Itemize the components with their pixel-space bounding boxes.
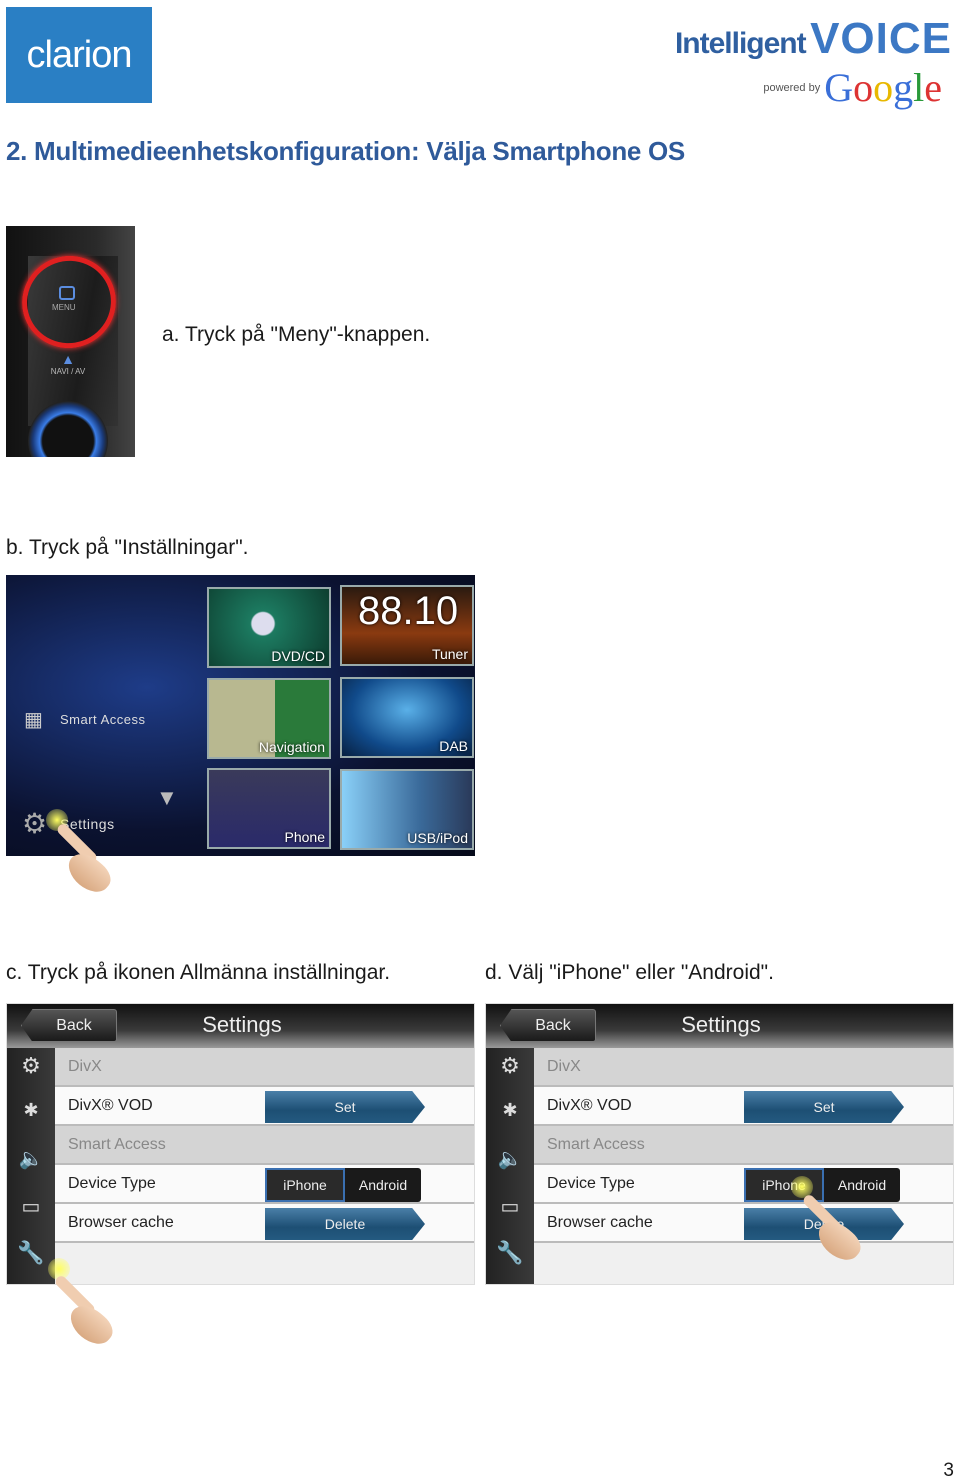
set-button[interactable]: Set	[265, 1091, 425, 1123]
hand-icon	[63, 1298, 119, 1352]
google-logo: Google	[824, 65, 942, 110]
down-arrow-icon[interactable]: ▼	[156, 785, 178, 811]
logo-powered-by: powered by	[763, 81, 821, 94]
intelligent-voice-logo: Intelligent VOICE powered by Google	[628, 14, 956, 110]
settings-screen-d: Back Settings ⚙ ✱ 🔈 ▭ 🔧 DivX DivX® VOD S…	[485, 1003, 954, 1285]
tile-label: Navigation	[258, 739, 325, 755]
logo-voice: VOICE	[810, 14, 952, 63]
clarion-logo: clarion	[6, 7, 152, 103]
section-label: Smart Access	[68, 1135, 166, 1153]
tile-label: DVD/CD	[271, 648, 325, 664]
display-icon[interactable]: ▭	[7, 1194, 55, 1219]
wrench-icon[interactable]: 🔧	[486, 1240, 534, 1266]
row-label: Browser cache	[547, 1213, 653, 1231]
speaker-icon[interactable]: 🔈	[486, 1146, 534, 1171]
device-type-toggle[interactable]: iPhone Android	[265, 1168, 421, 1202]
settings-screen-c: Back Settings ⚙ ✱ 🔈 ▭ 🔧 DivX DivX® VOD S…	[6, 1003, 475, 1285]
settings-sidebar: ⚙ ✱ 🔈 ▭ 🔧	[7, 1048, 55, 1284]
page-title: 2. Multimedieenhetskonfiguration: Välja …	[6, 136, 685, 166]
tile-label: DAB	[439, 738, 468, 754]
option-android[interactable]: Android	[824, 1168, 900, 1202]
settings-title: Settings	[681, 1012, 761, 1037]
tile-tuner[interactable]: 88.10 Tuner	[340, 585, 474, 666]
menu-label: MENU	[52, 303, 76, 312]
section-smart-access: Smart Access	[534, 1126, 953, 1165]
row-label: DivX® VOD	[68, 1096, 153, 1114]
step-d-caption: d. Välj "iPhone" eller "Android".	[485, 961, 774, 984]
tile-label: Phone	[284, 829, 325, 845]
gear-icon[interactable]: ⚙	[486, 1053, 534, 1079]
row-label: Browser cache	[68, 1213, 174, 1231]
row-label: Device Type	[547, 1174, 635, 1192]
page-number: 3	[943, 1460, 954, 1481]
smart-access-item[interactable]: Smart Access	[60, 712, 145, 727]
head-unit-photo: MENU ▲ NAVI / AV	[6, 226, 135, 457]
row-label: Device Type	[68, 1174, 156, 1192]
section-smart-access: Smart Access	[55, 1126, 474, 1165]
section-label: Smart Access	[547, 1135, 645, 1153]
gear-icon[interactable]: ⚙	[7, 1053, 55, 1079]
tile-navigation[interactable]: Navigation	[207, 678, 331, 759]
tuner-frequency: 88.10	[358, 589, 459, 633]
logo-text: clarion	[26, 33, 133, 76]
menu-button-icon	[59, 286, 75, 300]
row-label: DivX® VOD	[547, 1096, 632, 1114]
section-label: DivX	[547, 1057, 581, 1075]
back-button[interactable]: Back	[500, 1009, 596, 1042]
device-type-toggle[interactable]: iPhone Android	[744, 1168, 900, 1202]
delete-button[interactable]: Delete	[265, 1208, 425, 1240]
tile-label: Tuner	[431, 646, 468, 662]
tile-dab[interactable]: DAB	[340, 677, 474, 758]
tile-phone[interactable]: Phone	[207, 768, 331, 849]
step-a-caption: a. Tryck på "Meny"-knappen.	[162, 323, 431, 346]
tile-usb-ipod[interactable]: USB/iPod	[340, 769, 474, 850]
section-label: DivX	[68, 1057, 102, 1075]
back-button[interactable]: Back	[21, 1009, 117, 1042]
logo-intelligent: Intelligent	[674, 27, 807, 60]
step-c-caption: c. Tryck på ikonen Allmänna inställninga…	[6, 961, 391, 984]
gear-icon: ⚙	[22, 808, 48, 839]
navi-arrow-icon: ▲	[61, 351, 75, 367]
option-iphone[interactable]: iPhone	[265, 1168, 345, 1202]
main-menu-screen: ▦ Smart Access ▼ ⚙ Settings DVD/CD 88.10…	[6, 575, 475, 856]
speaker-icon[interactable]: 🔈	[7, 1146, 55, 1171]
navi-text: NAVI / AV	[50, 367, 86, 376]
bluetooth-icon[interactable]: ✱	[7, 1100, 55, 1121]
step-b-caption: b. Tryck på "Inställningar".	[6, 536, 249, 559]
display-icon[interactable]: ▭	[486, 1194, 534, 1219]
bluetooth-icon[interactable]: ✱	[486, 1100, 534, 1121]
wrench-icon[interactable]: 🔧	[7, 1240, 55, 1266]
section-divx: DivX	[55, 1048, 474, 1087]
navi-av-label: ▲ NAVI / AV	[50, 351, 86, 376]
settings-title: Settings	[202, 1012, 282, 1037]
tile-label: USB/iPod	[407, 830, 468, 846]
settings-sidebar: ⚙ ✱ 🔈 ▭ 🔧	[486, 1048, 534, 1284]
section-divx: DivX	[534, 1048, 953, 1087]
set-button[interactable]: Set	[744, 1091, 904, 1123]
tile-dvd-cd[interactable]: DVD/CD	[207, 587, 331, 668]
smart-access-grid-icon: ▦	[24, 709, 44, 731]
option-android[interactable]: Android	[345, 1168, 421, 1202]
